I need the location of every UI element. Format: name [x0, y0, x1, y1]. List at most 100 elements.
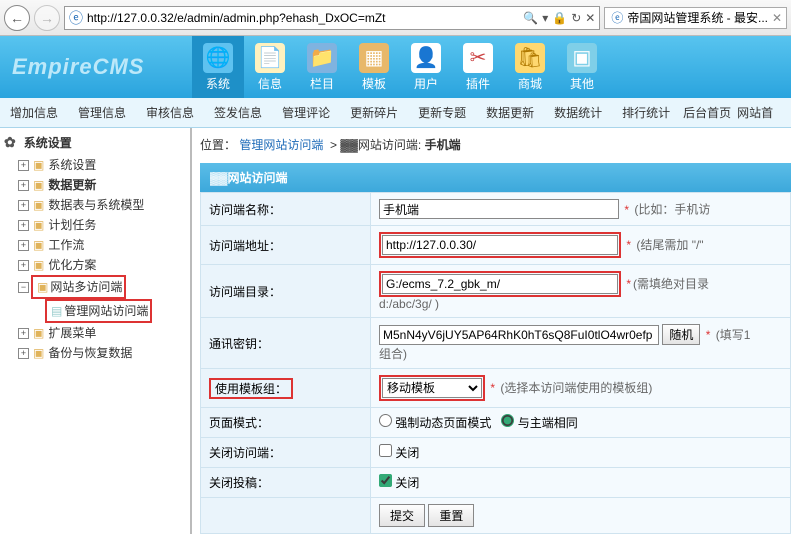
- address-bar[interactable]: ⓔ 🔍▾ 🔒 ↻ ✕: [64, 6, 600, 30]
- radio-label: 强制动态页面模式: [395, 416, 491, 430]
- back-button[interactable]: ←: [4, 5, 30, 31]
- sidebar-title-text: 系统设置: [24, 134, 72, 151]
- other-icon: ▣: [567, 43, 597, 73]
- expand-icon[interactable]: +: [18, 180, 29, 191]
- tree-item[interactable]: +▣计划任务: [18, 215, 186, 235]
- folder-icon: ▣: [33, 323, 44, 343]
- input-key[interactable]: [379, 325, 659, 345]
- expand-icon[interactable]: +: [18, 240, 29, 251]
- tree-item[interactable]: + ▣工作流: [18, 235, 186, 255]
- expand-icon[interactable]: +: [18, 348, 29, 359]
- input-name[interactable]: [379, 199, 619, 219]
- toolbar-doc[interactable]: 📄信息: [244, 36, 296, 98]
- breadcrumb-link[interactable]: 管理网站访问端: [239, 138, 323, 152]
- submenu-item[interactable]: 更新碎片: [340, 104, 408, 121]
- globe-icon: 🌐: [203, 43, 233, 73]
- expand-icon[interactable]: +: [18, 328, 29, 339]
- folder-icon: ▣: [33, 343, 44, 363]
- submenu-item[interactable]: 后台首页: [680, 104, 734, 121]
- checkbox-close[interactable]: 关闭: [379, 446, 419, 460]
- input-url[interactable]: [382, 235, 618, 255]
- hint-dir-eg: d:/abc/3g/ ): [379, 297, 439, 311]
- folder-icon: ▣: [33, 195, 44, 215]
- refresh-icon[interactable]: ↻: [571, 11, 581, 25]
- tree-item[interactable]: +▣数据更新: [18, 175, 186, 195]
- toolbar-label: 信息: [258, 75, 282, 92]
- submenu-item[interactable]: 数据更新: [476, 104, 544, 121]
- tree-item[interactable]: +▣优化方案: [18, 255, 186, 275]
- user-icon: 👤: [411, 43, 441, 73]
- tree-item[interactable]: + ▣备份与恢复数据: [18, 343, 186, 363]
- submenu-item[interactable]: 网站首: [734, 104, 776, 121]
- tree-label: 管理网站访问端: [64, 304, 148, 318]
- submenu-item[interactable]: 管理评论: [272, 104, 340, 121]
- tree-label: 备份与恢复数据: [48, 343, 132, 363]
- url-input[interactable]: [87, 11, 519, 25]
- folder-icon: ▣: [33, 235, 44, 255]
- toolbar-folder[interactable]: 📁栏目: [296, 36, 348, 98]
- search-icon[interactable]: 🔍: [523, 11, 538, 25]
- toolbar-user[interactable]: 👤 用户: [400, 36, 452, 98]
- toolbar-globe[interactable]: 🌐 系统: [192, 36, 244, 98]
- label-closepost: 关闭投稿：: [201, 468, 371, 498]
- folder-icon: ▣: [33, 255, 44, 275]
- tree-item[interactable]: +▣数据表与系统模型: [18, 195, 186, 215]
- tree-label: 扩展菜单: [48, 323, 96, 343]
- gear-icon: ✿: [4, 134, 16, 151]
- breadcrumb-prefix: 位置：: [200, 138, 236, 152]
- select-template[interactable]: 移动模板: [382, 378, 482, 398]
- tree-label: 工作流: [48, 235, 84, 255]
- tree-item[interactable]: ▤管理网站访问端: [32, 299, 186, 323]
- folder-icon: 📁: [307, 43, 337, 73]
- radio-mode-dynamic[interactable]: 强制动态页面模式: [379, 416, 491, 430]
- submenu-item[interactable]: 增加信息: [0, 104, 68, 121]
- panel-header: ▓▓网站访问端: [200, 163, 791, 192]
- expand-icon[interactable]: +: [18, 200, 29, 211]
- toolbar-label: 用户: [414, 75, 438, 92]
- expand-icon[interactable]: +: [18, 260, 29, 271]
- tab-title: 帝国网站管理系统 - 最安...: [627, 9, 768, 26]
- tab-favicon: ⓔ: [611, 9, 623, 26]
- submenu-item[interactable]: 签发信息: [204, 104, 272, 121]
- cb-label: 关闭: [395, 476, 419, 490]
- submenu-item[interactable]: 管理信息: [68, 104, 136, 121]
- reset-button[interactable]: 重置: [428, 504, 474, 527]
- toolbar-label: 插件: [466, 75, 490, 92]
- tree-item[interactable]: +▣系统设置: [18, 155, 186, 175]
- expand-icon[interactable]: −: [18, 282, 29, 293]
- toolbar-plug[interactable]: ✂插件: [452, 36, 504, 98]
- hint-url: (结尾需加 "/": [636, 238, 703, 252]
- sub-menu: 增加信息管理信息审核信息签发信息管理评论更新碎片更新专题数据更新数据统计排行统计…: [0, 98, 791, 128]
- expand-icon[interactable]: +: [18, 220, 29, 231]
- submit-button[interactable]: 提交: [379, 504, 425, 527]
- toolbar-shop[interactable]: 🛍商城: [504, 36, 556, 98]
- checkbox-closepost[interactable]: 关闭: [379, 476, 419, 490]
- tree-item[interactable]: + ▣扩展菜单: [18, 323, 186, 343]
- label-dir: 访问端目录：: [201, 265, 371, 318]
- submenu-item[interactable]: 排行统计: [612, 104, 680, 121]
- expand-icon[interactable]: +: [18, 160, 29, 171]
- forward-button[interactable]: →: [34, 5, 60, 31]
- required-star: *: [624, 203, 629, 217]
- radio-mode-same[interactable]: 与主端相同: [501, 416, 577, 430]
- label-url: 访问端地址：: [201, 226, 371, 265]
- close-icon[interactable]: ✕: [772, 11, 782, 25]
- browser-tab[interactable]: ⓔ 帝国网站管理系统 - 最安... ✕: [604, 7, 787, 29]
- stop-icon[interactable]: ✕: [585, 11, 595, 25]
- random-button[interactable]: 随机: [662, 324, 700, 345]
- toolbar-label: 系统: [206, 75, 230, 92]
- required-star: *: [706, 328, 711, 342]
- sidebar-title: ✿ 系统设置: [4, 134, 186, 151]
- ie-icon: ⓔ: [69, 8, 83, 28]
- submenu-item[interactable]: 审核信息: [136, 104, 204, 121]
- submenu-item[interactable]: 数据统计: [544, 104, 612, 121]
- hint-name: (比如：手机访: [634, 203, 710, 217]
- tree-item[interactable]: −▣网站多访问端: [18, 275, 186, 299]
- toolbar-other[interactable]: ▣其他: [556, 36, 608, 98]
- tree-label: 网站多访问端: [50, 280, 122, 294]
- hint-key: (填写1: [716, 328, 751, 342]
- input-dir[interactable]: [382, 274, 618, 294]
- submenu-item[interactable]: 更新专题: [408, 104, 476, 121]
- tpl-icon: ▦: [359, 43, 389, 73]
- toolbar-tpl[interactable]: ▦模板: [348, 36, 400, 98]
